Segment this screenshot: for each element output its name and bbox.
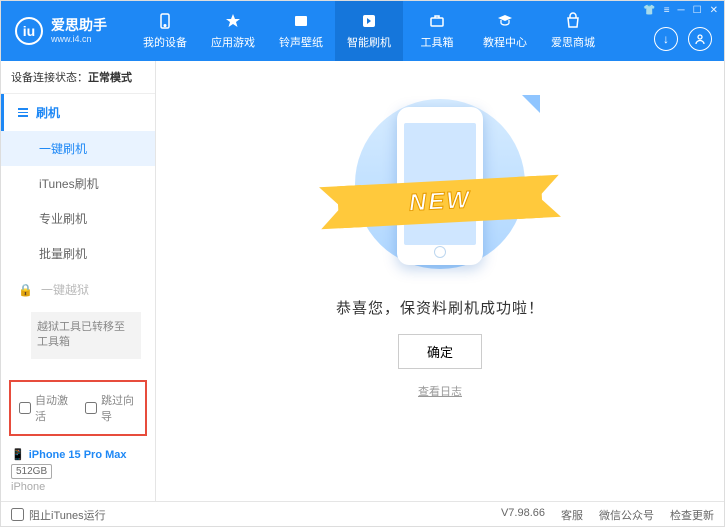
block-itunes-checkbox[interactable]: 阻止iTunes运行 (11, 507, 106, 523)
maximize-icon[interactable]: ☐ (693, 5, 702, 16)
user-button[interactable] (688, 27, 712, 51)
nav-flash[interactable]: 智能刷机 (335, 1, 403, 61)
nav-toolbox[interactable]: 工具箱 (403, 1, 471, 61)
logo-title: 爱思助手 (51, 18, 107, 33)
footer: 阻止iTunes运行 V7.98.66 客服 微信公众号 检查更新 (1, 501, 724, 527)
device-name[interactable]: 📱iPhone 15 Pro Max (11, 448, 145, 461)
options-box: 自动激活 跳过向导 (9, 380, 147, 436)
main-content: NEW 恭喜您，保资料刷机成功啦！ 确定 查看日志 (156, 61, 724, 501)
ok-button[interactable]: 确定 (398, 334, 482, 369)
sidebar: 设备连接状态：正常模式 刷机 一键刷机 iTunes刷机 专业刷机 批量刷机 🔒… (1, 61, 156, 501)
lock-icon: 🔒 (18, 283, 33, 297)
footer-wechat[interactable]: 微信公众号 (599, 507, 654, 523)
footer-update[interactable]: 检查更新 (670, 507, 714, 523)
sidebar-item-batch[interactable]: 批量刷机 (1, 236, 155, 271)
auto-activate-checkbox[interactable]: 自动激活 (19, 392, 71, 424)
device-info: 📱iPhone 15 Pro Max 512GB iPhone (1, 442, 155, 501)
nav-tutorial[interactable]: 教程中心 (471, 1, 539, 61)
nav-apps[interactable]: 应用游戏 (199, 1, 267, 61)
flash-icon (359, 12, 379, 30)
device-type: iPhone (11, 481, 145, 493)
sidebar-group-jailbreak: 🔒一键越狱 (1, 271, 155, 308)
toolbox-icon (427, 12, 447, 30)
minimize-icon[interactable]: ─ (678, 5, 685, 16)
top-nav: 我的设备 应用游戏 铃声壁纸 智能刷机 工具箱 教程中心 爱思商城 (131, 1, 607, 61)
connection-status: 设备连接状态：正常模式 (1, 61, 155, 94)
skin-icon[interactable]: 👕 (643, 5, 655, 16)
nav-ringtone[interactable]: 铃声壁纸 (267, 1, 335, 61)
window-controls: 👕 ≡ ─ ☐ ✕ (643, 5, 718, 16)
version-label: V7.98.66 (501, 507, 545, 523)
tutorial-icon (495, 12, 515, 30)
nav-store[interactable]: 爱思商城 (539, 1, 607, 61)
logo-subtitle: www.i4.cn (51, 34, 107, 44)
hamburger-icon (18, 108, 28, 117)
sidebar-item-itunes[interactable]: iTunes刷机 (1, 166, 155, 201)
logo-icon: iu (15, 17, 43, 45)
logo: iu 爱思助手 www.i4.cn (1, 17, 131, 45)
sidebar-item-oneclick[interactable]: 一键刷机 (1, 131, 155, 166)
sidebar-group-flash[interactable]: 刷机 (1, 94, 155, 131)
app-header: iu 爱思助手 www.i4.cn 我的设备 应用游戏 铃声壁纸 智能刷机 工具… (1, 1, 724, 61)
storage-badge: 512GB (11, 464, 52, 479)
store-icon (563, 12, 583, 30)
phone-icon: 📱 (11, 448, 25, 461)
footer-support[interactable]: 客服 (561, 507, 583, 523)
ringtone-icon (291, 12, 311, 30)
download-button[interactable]: ↓ (654, 27, 678, 51)
device-icon (155, 12, 175, 30)
success-message: 恭喜您，保资料刷机成功啦！ (336, 297, 544, 318)
success-illustration: NEW (330, 89, 550, 279)
sidebar-group-more[interactable]: 更多 (1, 365, 155, 374)
nav-my-device[interactable]: 我的设备 (131, 1, 199, 61)
close-icon[interactable]: ✕ (710, 5, 718, 16)
jailbreak-note: 越狱工具已转移至工具箱 (31, 312, 141, 359)
view-log-link[interactable]: 查看日志 (418, 383, 462, 399)
sidebar-item-pro[interactable]: 专业刷机 (1, 201, 155, 236)
apps-icon (223, 12, 243, 30)
skip-guide-checkbox[interactable]: 跳过向导 (85, 392, 137, 424)
menu-icon[interactable]: ≡ (664, 5, 670, 16)
